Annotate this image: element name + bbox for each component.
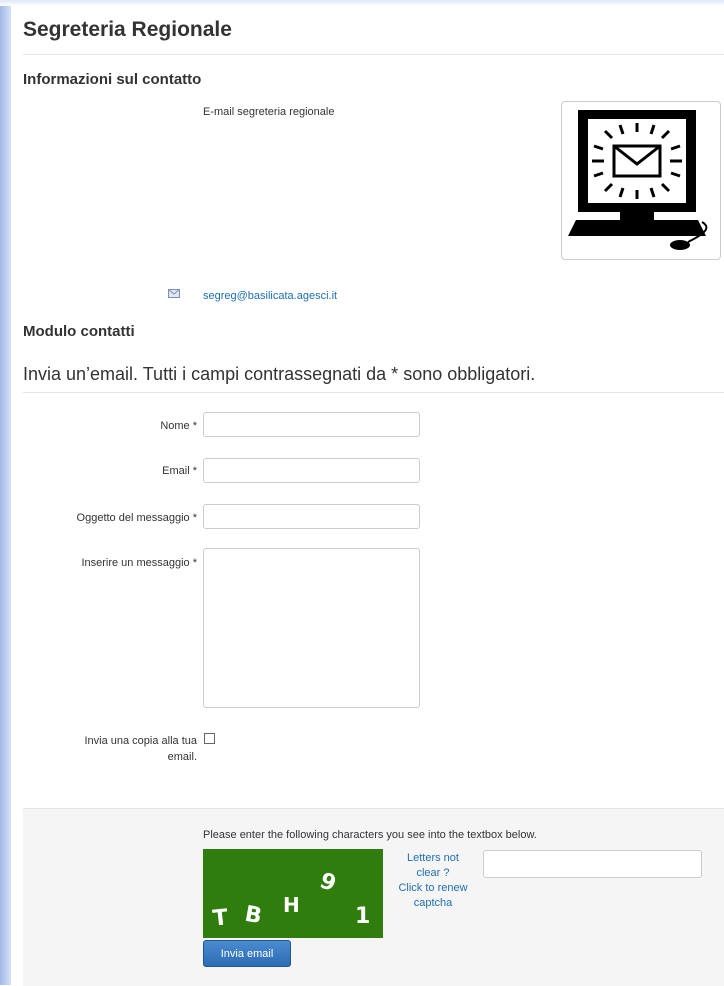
captcha-char-5: 1 [355,904,370,929]
captcha-renew-line4: captcha [413,897,453,909]
contact-info-heading: Informazioni sul contatto [23,71,202,88]
email-label: Email * [162,465,197,477]
contact-image [561,101,721,260]
envelope-icon [168,289,180,298]
captcha-input[interactable] [483,850,702,878]
title-divider [23,54,724,55]
name-label: Nome * [160,420,197,432]
computer-mail-icon [568,110,708,250]
contact-email-link[interactable]: segreg@basilicata.agesci.it [203,290,337,302]
captcha-char-2: B [243,902,264,930]
captcha-instruction: Please enter the following characters yo… [203,829,537,841]
legend-divider [23,392,724,393]
window-edge [0,0,11,985]
copy-label-line2: email. [167,751,197,763]
captcha-char-1: T [212,905,230,931]
contact-position: E-mail segreteria regionale [203,106,335,118]
captcha-renew-link[interactable]: Letters not clear ? Click to renew captc… [386,851,480,911]
send-email-button[interactable]: Invia email [203,940,291,967]
captcha-renew-line1: Letters not [407,852,459,864]
copy-label-line1: Invia una copia alla tua [84,735,197,747]
copy-label: Invia una copia alla tua email. [84,733,197,765]
message-label: Inserire un messaggio * [81,557,197,569]
copy-checkbox[interactable] [204,733,215,744]
captcha-char-3: H [283,893,300,917]
captcha-char-4: 9 [316,868,339,897]
contact-form-heading: Modulo contatti [23,323,135,340]
subject-label: Oggetto del messaggio * [76,512,197,524]
subject-input[interactable] [203,504,420,529]
captcha-renew-line3: Click to renew [398,882,468,894]
form-legend: Invia un’email. Tutti i campi contrasseg… [23,364,536,384]
message-textarea[interactable] [203,548,420,708]
captcha-image: T B H 9 1 [203,849,383,938]
name-input[interactable] [203,412,420,437]
contact-page: Segreteria Regionale Informazioni sul co… [11,0,724,986]
page-title: Segreteria Regionale [23,18,232,41]
email-input[interactable] [203,458,420,483]
captcha-renew-line2: clear ? [416,867,450,879]
